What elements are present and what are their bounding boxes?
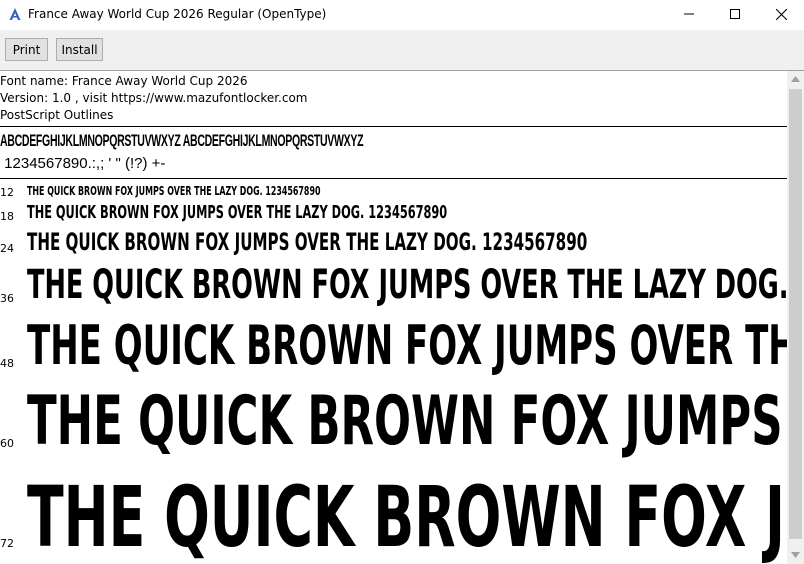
scroll-up-arrow-icon[interactable] (791, 76, 800, 82)
toolbar: Print Install (0, 30, 804, 70)
maximize-icon (730, 9, 740, 19)
sample-row-18: THE QUICK BROWN FOX JUMPS OVER THE LAZY … (0, 202, 788, 226)
close-button[interactable] (758, 0, 804, 28)
charset-divider (0, 178, 788, 179)
title-bar: France Away World Cup 2026 Regular (Open… (0, 0, 804, 30)
sample-row-72: THE QUICK BROWN FOX JUMPS OVER THE LAZY … (0, 468, 788, 564)
info-divider (0, 126, 788, 127)
sample-row-60: THE QUICK BROWN FOX JUMPS OVER THE LAZY … (0, 382, 788, 458)
maximize-button[interactable] (712, 0, 758, 28)
charset-digits-punctuation: 1234567890.:,; ' " (!?) +- (0, 155, 165, 172)
sample-text-60: THE QUICK BROWN FOX JUMPS OVER THE LAZY … (27, 382, 788, 458)
sample-text-24: THE QUICK BROWN FOX JUMPS OVER THE LAZY … (27, 228, 588, 256)
charset-punctuation-text: 1234567890.:,; ' " (!?) +- (4, 155, 166, 172)
window-title: France Away World Cup 2026 Regular (Open… (28, 7, 327, 21)
sample-row-24: THE QUICK BROWN FOX JUMPS OVER THE LAZY … (0, 228, 788, 260)
font-viewer-app-icon (9, 8, 21, 20)
sample-row-36: THE QUICK BROWN FOX JUMPS OVER THE LAZY … (0, 262, 788, 310)
sample-text-12: THE QUICK BROWN FOX JUMPS OVER THE LAZY … (27, 184, 321, 198)
outlines-line: PostScript Outlines (0, 108, 114, 122)
vertical-scrollbar[interactable] (787, 71, 804, 564)
version-line: Version: 1.0 , visit https://www.mazufon… (0, 91, 308, 105)
charset-uppercase: ABCDEFGHIJKLMNOPQRSTUVWXYZ ABCDEFGHIJKLM… (0, 131, 364, 150)
sample-text-48: THE QUICK BROWN FOX JUMPS OVER THE LAZY … (27, 314, 788, 377)
sample-row-48: THE QUICK BROWN FOX JUMPS OVER THE LAZY … (0, 314, 788, 378)
scrollbar-thumb[interactable] (789, 89, 802, 539)
minimize-button[interactable] (666, 0, 712, 28)
close-icon (775, 8, 787, 20)
sample-text-18: THE QUICK BROWN FOX JUMPS OVER THE LAZY … (27, 202, 448, 223)
scroll-down-arrow-icon[interactable] (791, 552, 800, 558)
toolbar-divider (0, 70, 804, 71)
sample-text-72: THE QUICK BROWN FOX JUMPS OVER THE LAZY … (27, 468, 788, 564)
sample-text-36: THE QUICK BROWN FOX JUMPS OVER THE LAZY … (27, 262, 788, 308)
minimize-icon (684, 13, 694, 15)
print-button[interactable]: Print (5, 38, 48, 61)
sample-row-12: THE QUICK BROWN FOX JUMPS OVER THE LAZY … (0, 184, 788, 200)
font-info: Font name: France Away World Cup 2026 Ve… (0, 73, 308, 124)
font-name-line: Font name: France Away World Cup 2026 (0, 74, 248, 88)
install-button[interactable]: Install (56, 38, 103, 61)
